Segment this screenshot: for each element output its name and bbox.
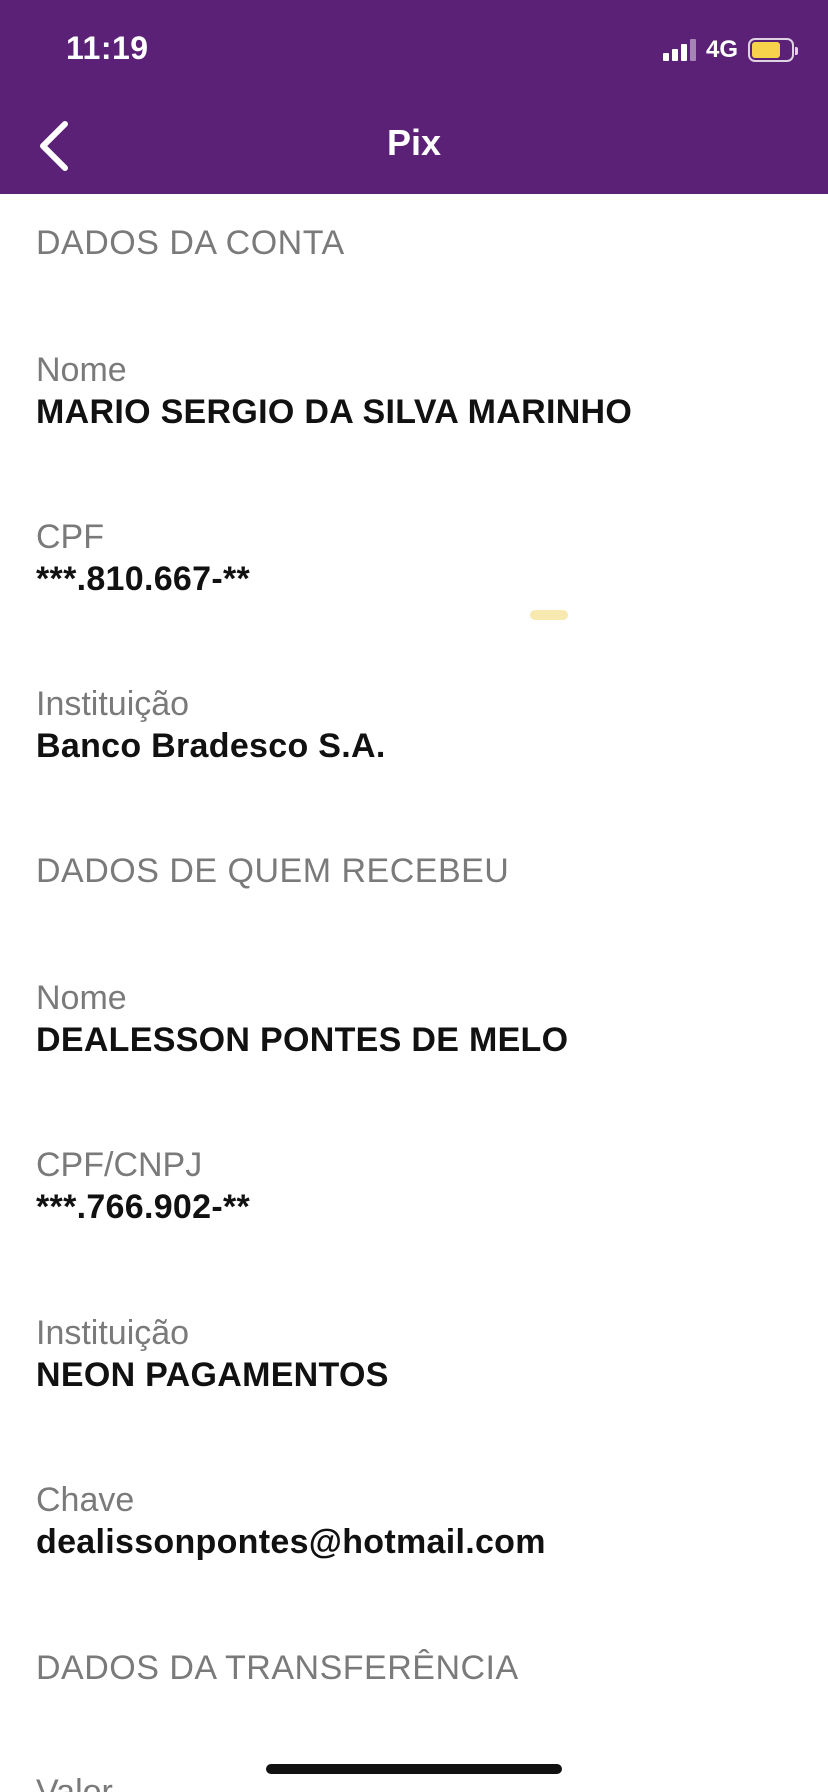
status-icons: 4G: [662, 36, 798, 64]
field-value: ***.766.902-**: [36, 1188, 251, 1226]
field-value: NEON PAGAMENTOS: [36, 1356, 389, 1394]
screen: 11:19 4G Pix DADOS DA CONTA Nome MARIO S…: [0, 0, 828, 1792]
section-title-transferencia: DADOS DA TRANSFERÊNCIA: [36, 1649, 519, 1687]
field-conta-cpf: CPF ***.810.667-**: [36, 517, 796, 601]
battery-icon: [748, 38, 798, 62]
field-value: Banco Bradesco S.A.: [36, 727, 386, 765]
field-label: Nome: [36, 351, 127, 389]
field-label: Instituição: [36, 1314, 190, 1352]
field-conta-nome: Nome MARIO SERGIO DA SILVA MARINHO: [36, 350, 796, 434]
field-label: Chave: [36, 1481, 135, 1519]
field-transferencia-valor: Valor: [36, 1772, 796, 1792]
field-recebedor-nome: Nome DEALESSON PONTES DE MELO: [36, 978, 796, 1062]
field-recebedor-instituicao: Instituição NEON PAGAMENTOS: [36, 1313, 796, 1397]
signal-icon: [662, 39, 696, 61]
field-recebedor-chave: Chave dealissonpontes@hotmail.com: [36, 1480, 796, 1564]
field-label: CPF/CNPJ: [36, 1146, 203, 1184]
status-time: 11:19: [66, 30, 149, 66]
field-value: DEALESSON PONTES DE MELO: [36, 1021, 569, 1059]
field-label: Valor: [36, 1773, 113, 1792]
highlight-mark: [530, 610, 568, 620]
field-value: ***.810.667-**: [36, 560, 251, 598]
section-title-conta: DADOS DA CONTA: [36, 224, 345, 262]
network-type: 4G: [705, 36, 738, 63]
section-title-recebedor: DADOS DE QUEM RECEBEU: [36, 852, 510, 890]
field-value: MARIO SERGIO DA SILVA MARINHO: [36, 393, 633, 431]
field-label: CPF: [36, 518, 104, 556]
page-title: Pix: [386, 122, 442, 163]
field-recebedor-cpf-cnpj: CPF/CNPJ ***.766.902-**: [36, 1145, 796, 1229]
home-indicator[interactable]: [266, 1764, 562, 1774]
field-label: Instituição: [36, 685, 190, 723]
app-header: 11:19 4G Pix: [0, 0, 828, 194]
field-value: dealissonpontes@hotmail.com: [36, 1523, 546, 1561]
field-conta-instituicao: Instituição Banco Bradesco S.A.: [36, 684, 796, 768]
field-label: Nome: [36, 979, 127, 1017]
